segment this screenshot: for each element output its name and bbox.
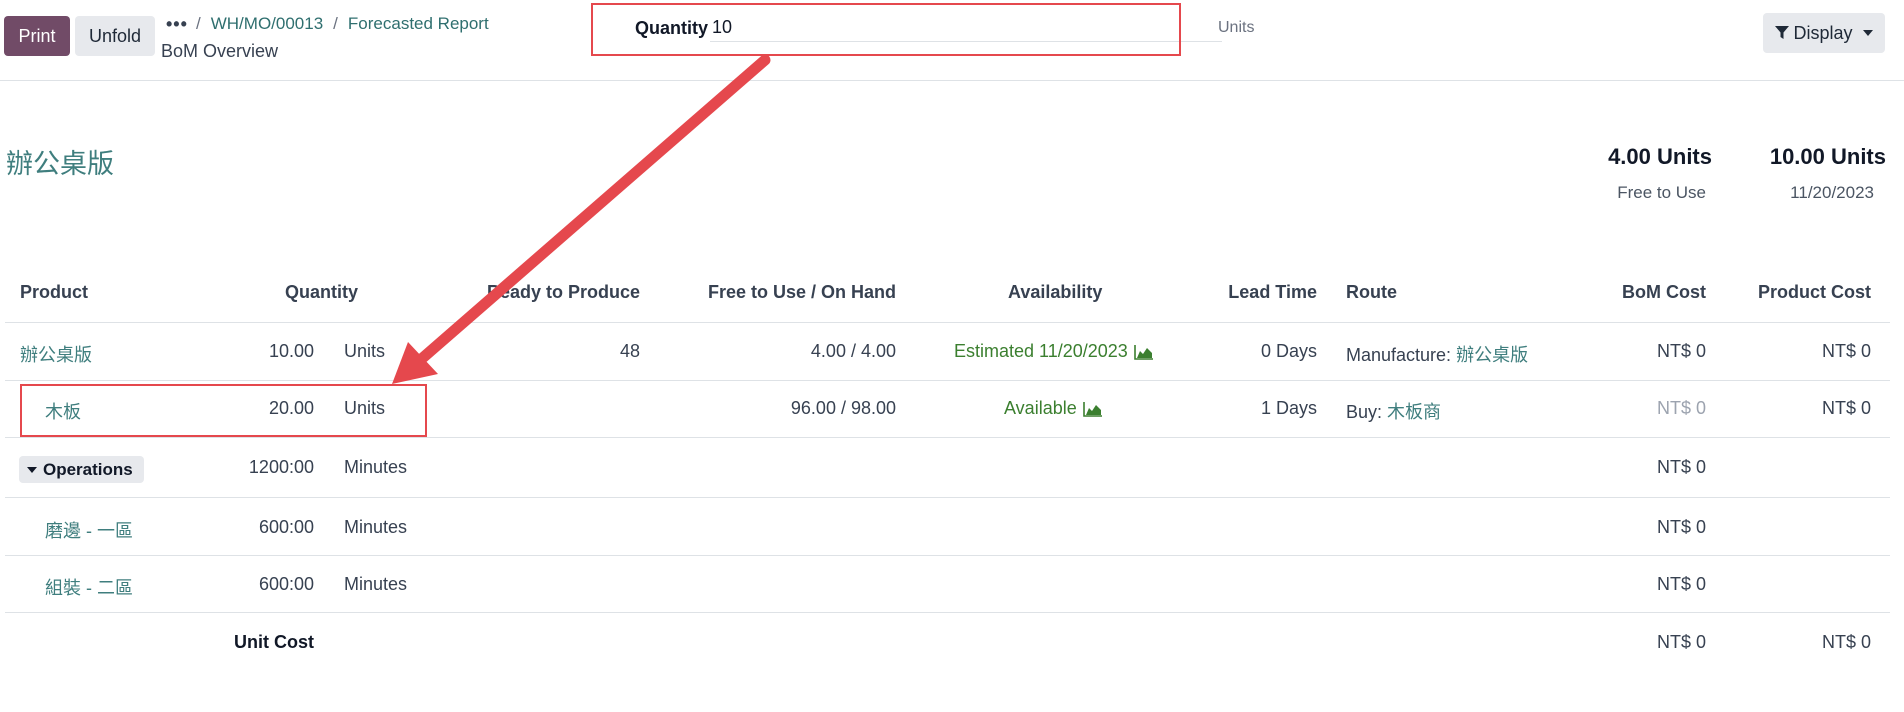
operations-label: Operations <box>43 459 133 479</box>
row-bom-cost: NT$ 0 <box>1656 517 1706 537</box>
display-label: Display <box>1793 22 1853 43</box>
unit-cost-label: Unit Cost <box>234 632 314 652</box>
column-header-quantity: Quantity <box>285 282 359 302</box>
area-chart-icon[interactable] <box>1133 344 1154 360</box>
annotation-highlight-quantity <box>591 3 1181 56</box>
forecast-date: 11/20/2023 <box>1790 183 1874 202</box>
forecast-value: 10.00 Units <box>1769 144 1886 169</box>
free-to-use-label: Free to Use <box>1617 183 1706 202</box>
row-bom-cost: NT$ 0 <box>1656 341 1706 361</box>
row-product-cost: NT$ 0 <box>1821 398 1871 418</box>
breadcrumb-ellipsis[interactable]: ••• <box>166 14 188 35</box>
product-link[interactable]: 辦公桌版 <box>20 341 92 367</box>
breadcrumb-item-mo[interactable]: WH/MO/00013 <box>211 14 323 34</box>
row-divider <box>5 555 1890 556</box>
unit-cost-bom: NT$ 0 <box>1656 632 1706 652</box>
availability-status: Available <box>1004 398 1103 419</box>
column-header-route: Route <box>1346 282 1397 302</box>
row-route: Buy: 木板商 <box>1346 398 1441 424</box>
display-button[interactable]: Display <box>1763 13 1885 53</box>
caret-down-icon <box>27 466 37 473</box>
availability-status: Estimated 11/20/2023 <box>954 341 1154 362</box>
print-button[interactable]: Print <box>4 16 70 56</box>
operations-bom-cost: NT$ 0 <box>1656 457 1706 477</box>
breadcrumb: / WH/MO/00013 / Forecasted Report <box>196 14 489 34</box>
operation-link[interactable]: 組裝 - 二區 <box>45 574 133 600</box>
breadcrumb-separator: / <box>333 14 338 33</box>
row-route: Manufacture: 辦公桌版 <box>1346 341 1528 367</box>
route-prefix: Manufacture: <box>1346 345 1452 365</box>
page-title: BoM Overview <box>161 41 279 61</box>
route-prefix: Buy: <box>1346 402 1383 422</box>
row-bom-cost: NT$ 0 <box>1656 398 1706 418</box>
row-quantity: 600:00 <box>258 517 314 537</box>
annotation-highlight-component <box>20 384 427 437</box>
operations-toggle[interactable]: Operations <box>19 456 144 483</box>
row-free-on-hand: 4.00 / 4.00 <box>810 341 896 361</box>
header-divider <box>0 80 1904 81</box>
row-quantity: 10.00 <box>268 341 314 361</box>
row-unit: Minutes <box>344 574 408 594</box>
operations-quantity: 1200:00 <box>248 457 314 477</box>
breadcrumb-item-forecasted-report[interactable]: Forecasted Report <box>348 14 489 34</box>
product-title[interactable]: 辦公桌版 <box>6 142 114 181</box>
column-header-product-cost: Product Cost <box>1757 282 1871 302</box>
route-link[interactable]: 木板商 <box>1387 402 1441 422</box>
row-unit: Minutes <box>344 517 408 537</box>
row-unit: Units <box>344 341 386 361</box>
column-header-ready: Ready to Produce <box>486 282 640 302</box>
column-header-availability: Availability <box>1008 282 1103 302</box>
row-product-cost: NT$ 0 <box>1821 341 1871 361</box>
row-lead-time: 1 Days <box>1260 398 1317 418</box>
row-divider <box>5 612 1890 613</box>
filter-icon <box>1775 26 1790 40</box>
area-chart-icon[interactable] <box>1082 401 1103 417</box>
column-header-free-on-hand: Free to Use / On Hand <box>707 282 896 302</box>
operations-unit: Minutes <box>344 457 408 477</box>
route-link[interactable]: 辦公桌版 <box>1456 345 1528 365</box>
quantity-unit: Units <box>1218 19 1255 36</box>
unfold-button[interactable]: Unfold <box>75 16 155 56</box>
breadcrumb-separator: / <box>196 14 201 33</box>
row-bom-cost: NT$ 0 <box>1656 574 1706 594</box>
row-free-on-hand: 96.00 / 98.00 <box>790 398 896 418</box>
row-divider <box>5 380 1890 381</box>
row-divider <box>5 322 1890 323</box>
availability-text: Estimated 11/20/2023 <box>954 341 1128 361</box>
unit-cost-product: NT$ 0 <box>1821 632 1871 652</box>
column-header-lead-time: Lead Time <box>1228 282 1317 302</box>
caret-down-icon <box>1862 30 1873 36</box>
operation-link[interactable]: 磨邊 - 一區 <box>45 517 133 543</box>
row-ready: 48 <box>619 341 640 361</box>
free-to-use-value: 4.00 Units <box>1608 144 1712 169</box>
row-divider <box>5 497 1890 498</box>
row-quantity: 600:00 <box>258 574 314 594</box>
row-divider <box>5 437 1890 438</box>
row-lead-time: 0 Days <box>1260 341 1317 361</box>
column-header-bom-cost: BoM Cost <box>1622 282 1706 302</box>
column-header-product: Product <box>20 282 89 302</box>
availability-text: Available <box>1004 398 1077 418</box>
